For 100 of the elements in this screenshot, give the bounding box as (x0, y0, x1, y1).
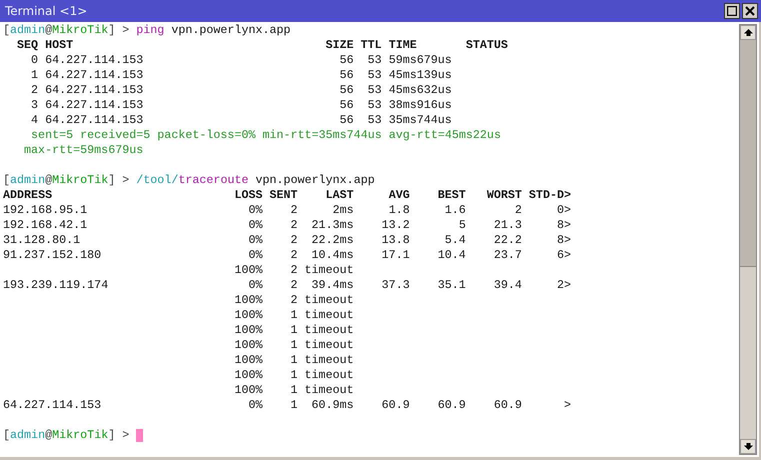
column-header: LAST (324, 188, 354, 203)
table-cell: 100% (234, 338, 262, 352)
table-cell: 1 (290, 308, 298, 322)
table-cell: 22.2 (494, 233, 522, 247)
table-cell: 100% (234, 293, 262, 307)
prompt-host: MikroTik (52, 428, 108, 443)
table-cell: 64.227.114.153 (45, 98, 144, 112)
table-cell: 56 (340, 83, 354, 97)
column-header: TIME (388, 38, 418, 53)
column-header: AVG (388, 188, 410, 203)
command-name: ping (136, 23, 164, 38)
column-header: BEST (436, 188, 466, 203)
column-header: ADDRESS (3, 188, 54, 203)
table-cell: 64.227.114.153 (3, 398, 102, 412)
table-cell: 100% (234, 368, 262, 382)
prompt-symbol: @ (45, 23, 52, 38)
table-cell: 31.128.80.1 (3, 233, 80, 247)
maximize-button[interactable] (724, 3, 740, 19)
table-cell: 0% (248, 248, 262, 262)
table-cell: 0 (31, 53, 38, 67)
prompt-user: admin (10, 428, 46, 443)
table-cell: 60.9ms (312, 398, 354, 412)
command-name: traceroute (178, 173, 248, 188)
table-cell: 2 (290, 293, 298, 307)
table-cell: 0% (248, 278, 262, 292)
table-cell: 56 (340, 98, 354, 112)
down-arrow-icon (744, 443, 752, 450)
scroll-thumb[interactable] (740, 40, 756, 267)
table-cell: 56 (340, 53, 354, 67)
table-cell: timeout (304, 308, 354, 322)
table-cell: 45ms139us (388, 68, 452, 82)
table-cell: 60.9 (494, 398, 522, 412)
command-argument: vpn.powerlynx.app (171, 23, 291, 38)
table-cell: 100% (234, 323, 262, 337)
table-cell: timeout (304, 383, 354, 397)
table-cell: 59ms679us (388, 53, 452, 67)
table-cell: 38ms916us (388, 98, 452, 112)
table-cell: 0% (248, 398, 262, 412)
column-header: STD-D> (528, 188, 572, 203)
table-cell: 100% (234, 383, 262, 397)
table-cell: 2 (290, 233, 298, 247)
prompt-symbol: [ (3, 23, 10, 38)
scrollbar[interactable] (739, 24, 757, 455)
table-cell: 2 (290, 248, 298, 262)
table-cell: 53 (368, 98, 382, 112)
table-cell: 39.4ms (312, 278, 354, 292)
scroll-down-button[interactable] (740, 439, 756, 454)
table-cell: 1 (290, 323, 298, 337)
table-cell: 56 (340, 113, 354, 127)
table-cell: 53 (368, 113, 382, 127)
prompt-symbol: @ (45, 173, 52, 188)
table-cell: 5 (458, 218, 466, 232)
table-cell: 2 (290, 278, 298, 292)
column-header: HOST (44, 38, 74, 53)
prompt-user: admin (10, 173, 46, 188)
close-icon (745, 6, 755, 16)
table-cell: 2 (290, 218, 298, 232)
close-button[interactable] (742, 3, 758, 19)
column-header: SIZE (326, 38, 354, 53)
table-cell: 1 (290, 398, 298, 412)
column-header: WORST (486, 188, 522, 203)
table-cell: 192.168.42.1 (3, 218, 88, 232)
prompt-host: MikroTik (52, 23, 108, 38)
table-cell: 8> (556, 218, 572, 232)
table-cell: timeout (304, 263, 354, 277)
table-cell: 53 (368, 68, 382, 82)
table-cell: 17.1 (382, 248, 410, 262)
table-cell: 193.239.119.174 (3, 278, 108, 292)
table-cell: 100% (234, 263, 262, 277)
table-cell: 60.9 (382, 398, 410, 412)
table-cell: timeout (304, 368, 354, 382)
table-cell: 22.2ms (312, 233, 354, 247)
table-cell: 0> (556, 203, 572, 217)
prompt-symbol: [ (3, 173, 10, 188)
table-cell: 1 (290, 368, 298, 382)
table-cell: 0% (248, 233, 262, 247)
table-cell: 35ms744us (388, 113, 452, 127)
table-cell: 0% (248, 203, 262, 217)
prompt-symbol: ] > (108, 23, 130, 38)
table-cell: 2 (290, 203, 298, 217)
table-cell: 10.4 (438, 248, 466, 262)
table-cell: 6> (556, 248, 572, 262)
table-cell: 1 (290, 353, 298, 367)
table-cell: 56 (340, 68, 354, 82)
table-cell: 23.7 (494, 248, 522, 262)
column-header: SENT (268, 188, 298, 203)
table-cell: 0% (248, 218, 262, 232)
column-header: TTL (360, 38, 382, 53)
prompt-symbol: [ (3, 428, 10, 443)
table-cell: 2> (556, 278, 572, 292)
table-cell: 10.4ms (312, 248, 354, 262)
table-cell: timeout (304, 353, 354, 367)
scroll-up-button[interactable] (740, 25, 756, 40)
prompt-symbol: ] > (108, 428, 130, 443)
maximize-icon (727, 6, 737, 16)
table-cell: 192.168.95.1 (3, 203, 88, 217)
table-cell: 13.8 (382, 233, 410, 247)
window-title: Terminal <1> (5, 4, 88, 18)
up-arrow-icon (744, 29, 752, 36)
table-cell: 2 (31, 83, 38, 97)
